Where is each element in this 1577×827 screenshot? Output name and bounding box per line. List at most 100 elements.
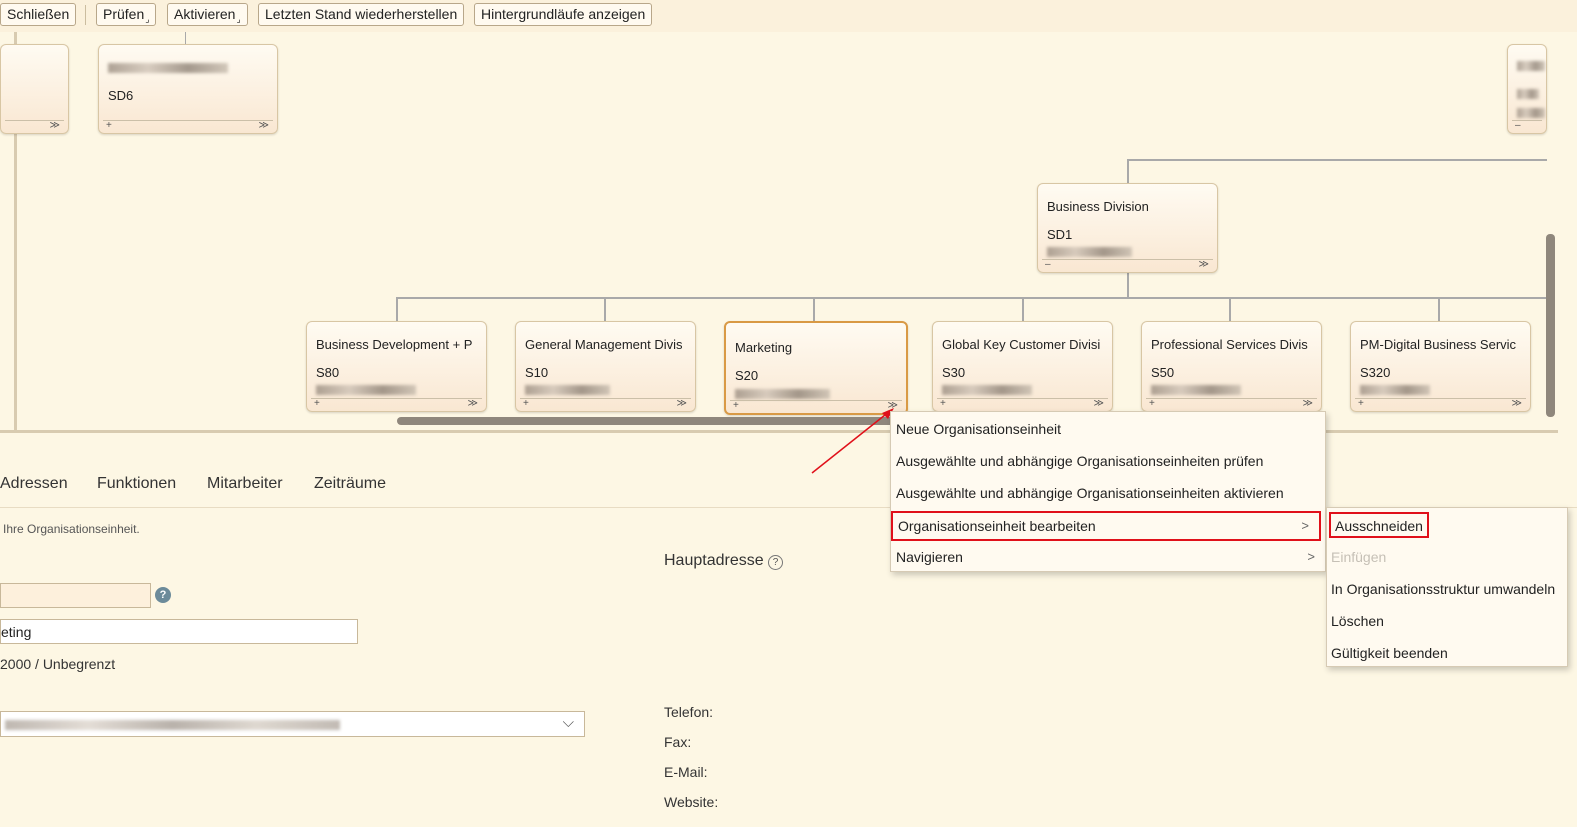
node-manager-redacted xyxy=(1360,385,1430,395)
menu-item-new-org-unit[interactable]: Neue Organisationseinheit xyxy=(891,414,1325,444)
select-value-redacted xyxy=(5,720,340,730)
expand-icon[interactable]: ≫ xyxy=(468,399,478,409)
connector-line xyxy=(1438,297,1440,321)
org-node-sd6[interactable]: SD6 + ≫ xyxy=(98,44,278,134)
collapse-icon[interactable]: – xyxy=(1045,260,1051,270)
expand-icon[interactable]: ≫ xyxy=(1303,399,1313,409)
node-code: SD6 xyxy=(108,88,134,103)
org-node-s30[interactable]: Global Key Customer Divisi S30 + ≫ xyxy=(932,321,1113,412)
edit-submenu: Ausschneiden Einfügen In Organisationsst… xyxy=(1326,507,1568,667)
add-child-icon[interactable]: + xyxy=(106,121,112,131)
tab-zeitraeume[interactable]: Zeiträume xyxy=(314,475,386,493)
dropdown-corner-icon: ⌟ xyxy=(236,14,241,24)
detail-tabs: Adressen Funktionen Mitarbeiter Zeiträum… xyxy=(0,470,900,500)
node-title-redacted xyxy=(108,63,228,73)
tab-adressen[interactable]: Adressen xyxy=(0,475,68,493)
connector-line xyxy=(1127,159,1129,183)
chevron-right-icon: > xyxy=(1301,518,1309,533)
connector-line xyxy=(1022,297,1024,321)
add-child-icon[interactable]: + xyxy=(940,399,946,409)
fax-label: Fax: xyxy=(664,734,692,750)
tab-mitarbeiter[interactable]: Mitarbeiter xyxy=(207,475,283,493)
node-footer: ≫ xyxy=(5,120,64,131)
menu-item-label: Navigieren xyxy=(896,549,963,565)
expand-icon[interactable]: ≫ xyxy=(1094,399,1104,409)
id-field[interactable] xyxy=(0,583,151,608)
menu-item-check-selected[interactable]: Ausgewählte und abhängige Organisationse… xyxy=(891,446,1325,476)
node-footer: – ≫ xyxy=(1042,259,1213,270)
node-manager-redacted xyxy=(1151,385,1241,395)
org-node-partial-left[interactable]: ≫ xyxy=(0,44,69,134)
node-footer: + ≫ xyxy=(311,398,482,409)
expand-icon[interactable]: ≫ xyxy=(259,121,269,131)
org-node-s20-marketing[interactable]: Marketing S20 + ≫ xyxy=(724,321,908,415)
close-button[interactable]: Schließen xyxy=(0,3,77,26)
expand-icon[interactable]: ≫ xyxy=(1512,399,1522,409)
check-button[interactable]: Prüfen⌟ xyxy=(96,3,157,26)
add-child-icon[interactable]: + xyxy=(1358,399,1364,409)
context-menu: Neue Organisationseinheit Ausgewählte un… xyxy=(890,411,1326,572)
node-code: SD1 xyxy=(1047,227,1073,242)
node-code: S30 xyxy=(942,365,966,380)
node-footer: + ≫ xyxy=(937,398,1108,409)
collapse-icon[interactable]: – xyxy=(1515,121,1521,131)
add-child-icon[interactable]: + xyxy=(523,399,529,409)
help-icon[interactable]: ? xyxy=(768,555,784,570)
menu-item-navigate[interactable]: Navigieren > xyxy=(891,542,1325,572)
submenu-item-cut[interactable]: Ausschneiden xyxy=(1329,512,1429,538)
org-node-s10[interactable]: General Management Divis S10 + ≫ xyxy=(515,321,696,412)
main-address-heading: Hauptadresse ? xyxy=(664,552,784,570)
org-node-s50[interactable]: Professional Services Divis S50 + ≫ xyxy=(1141,321,1322,412)
activate-button[interactable]: Aktivieren⌟ xyxy=(167,3,248,26)
validity-value: 2000 / Unbegrenzt xyxy=(0,656,116,672)
show-background-jobs-button[interactable]: Hintergrundläufe anzeigen xyxy=(474,3,653,26)
org-node-partial-right[interactable]: – xyxy=(1507,44,1547,134)
node-footer: + ≫ xyxy=(103,120,273,131)
org-node-s80[interactable]: Business Development + P S80 + ≫ xyxy=(306,321,487,412)
vertical-scrollbar[interactable] xyxy=(1546,234,1555,417)
add-child-icon[interactable]: + xyxy=(1149,399,1155,409)
node-title: Business Development + P xyxy=(316,337,473,352)
tab-funktionen[interactable]: Funktionen xyxy=(97,475,176,493)
menu-item-label: Organisationseinheit bearbeiten xyxy=(898,518,1096,534)
node-footer: + ≫ xyxy=(1355,398,1526,409)
check-label: Prüfen xyxy=(103,6,145,22)
connector-line xyxy=(185,32,186,44)
restore-last-state-button[interactable]: Letzten Stand wiederherstellen xyxy=(258,3,465,26)
name-field[interactable]: eting xyxy=(0,619,358,644)
submenu-item-delete[interactable]: Löschen xyxy=(1327,606,1384,636)
menu-item-activate-selected[interactable]: Ausgewählte und abhängige Organisationse… xyxy=(891,478,1325,508)
node-manager-redacted xyxy=(525,385,610,395)
name-field-value: eting xyxy=(1,624,32,640)
submenu-item-end-validity[interactable]: Gültigkeit beenden xyxy=(1327,638,1448,668)
expand-icon[interactable]: ≫ xyxy=(50,121,60,131)
dropdown-corner-icon: ⌟ xyxy=(145,14,150,24)
node-code: S320 xyxy=(1360,365,1391,380)
org-node-s320[interactable]: PM-Digital Business Servic S320 + ≫ xyxy=(1350,321,1531,412)
org-node-business-division[interactable]: Business Division SD1 – ≫ xyxy=(1037,183,1218,273)
connector-line xyxy=(396,297,1547,299)
expand-icon[interactable]: ≫ xyxy=(677,399,687,409)
node-title-redacted xyxy=(1517,61,1545,71)
toolbar: Schließen Prüfen⌟ Aktivieren⌟ Letzten St… xyxy=(0,0,1577,32)
connector-line xyxy=(604,297,606,321)
node-title: Global Key Customer Divisi xyxy=(942,337,1101,352)
main-address-label: Hauptadresse xyxy=(664,552,764,569)
node-code-redacted xyxy=(1517,89,1539,99)
submenu-item-convert-structure[interactable]: In Organisationsstruktur umwandeln xyxy=(1327,574,1555,604)
menu-item-edit-org-unit[interactable]: Organisationseinheit bearbeiten > xyxy=(891,511,1321,541)
email-label: E-Mail: xyxy=(664,764,708,780)
cost-center-select[interactable]: ⌵ xyxy=(0,711,585,737)
node-title: Business Division xyxy=(1047,199,1149,214)
chevron-down-icon: ⌵ xyxy=(562,714,574,731)
activate-label: Aktivieren xyxy=(174,6,236,22)
chevron-right-icon: > xyxy=(1307,549,1315,564)
node-manager-redacted xyxy=(735,389,830,399)
node-code: S10 xyxy=(525,365,549,380)
node-title: Marketing xyxy=(735,340,793,355)
add-child-icon[interactable]: + xyxy=(314,399,320,409)
expand-icon[interactable]: ≫ xyxy=(1199,260,1209,270)
add-child-icon[interactable]: + xyxy=(733,401,739,411)
website-label: Website: xyxy=(664,794,719,810)
help-icon[interactable]: ? xyxy=(155,587,171,603)
